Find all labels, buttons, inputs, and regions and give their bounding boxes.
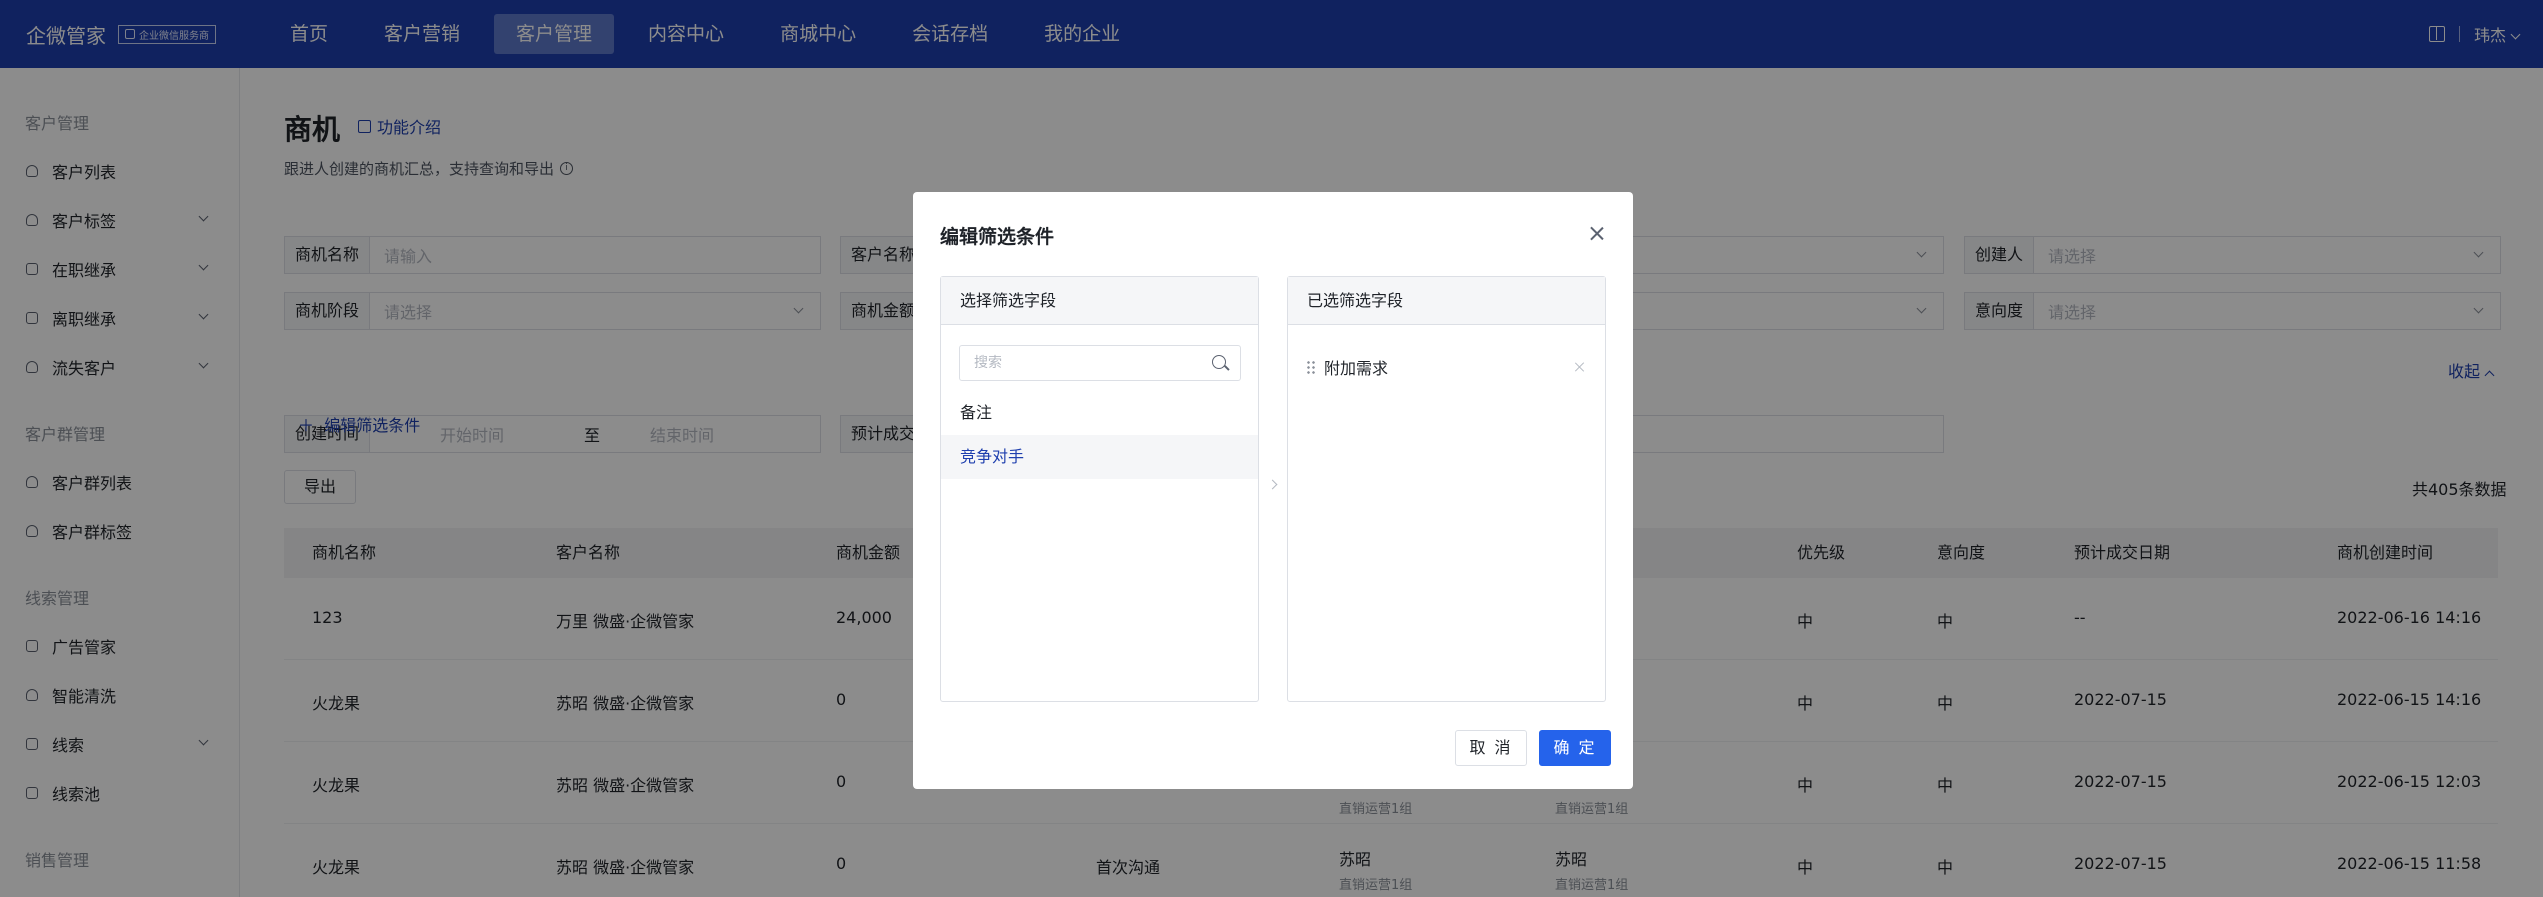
close-icon[interactable] — [1588, 225, 1606, 243]
confirm-button[interactable]: 确 定 — [1539, 730, 1611, 766]
field-search — [959, 345, 1241, 381]
selected-fields-panel: 已选筛选字段 附加需求 — [1287, 276, 1606, 702]
remove-icon[interactable] — [1574, 361, 1586, 373]
chevron-right-icon[interactable] — [1267, 479, 1278, 490]
available-fields-panel: 选择筛选字段 备注 竞争对手 — [940, 276, 1259, 702]
edit-filter-dialog: 编辑筛选条件 选择筛选字段 备注 竞争对手 已选筛选字段 附加需求 取 消 确 … — [913, 192, 1633, 789]
cancel-button[interactable]: 取 消 — [1455, 730, 1527, 766]
selected-fields-title: 已选筛选字段 — [1288, 277, 1605, 325]
search-input[interactable] — [960, 346, 1200, 380]
field-option-selected[interactable]: 竞争对手 — [941, 435, 1258, 479]
dialog-title: 编辑筛选条件 — [940, 226, 1055, 248]
field-option[interactable]: 备注 — [941, 391, 1258, 435]
drag-handle-icon[interactable] — [1306, 360, 1316, 374]
available-fields-title: 选择筛选字段 — [941, 277, 1258, 325]
selected-field-item[interactable]: 附加需求 — [1306, 355, 1590, 379]
search-icon[interactable] — [1212, 355, 1226, 369]
